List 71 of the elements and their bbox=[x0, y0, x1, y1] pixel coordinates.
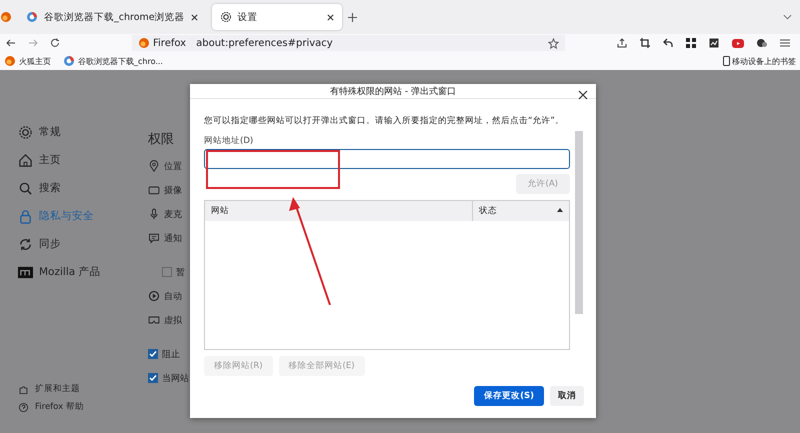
pin-icon bbox=[148, 160, 160, 172]
sidebar-link[interactable]: Firefox 帮助 bbox=[18, 401, 130, 413]
vr-icon bbox=[148, 314, 160, 326]
undo-icon[interactable] bbox=[663, 38, 673, 48]
checkbox[interactable] bbox=[162, 267, 172, 277]
scrollbar[interactable] bbox=[574, 129, 584, 316]
puzzle-icon bbox=[18, 384, 29, 394]
crop-icon[interactable] bbox=[640, 38, 650, 48]
permission-item[interactable]: 摄像 bbox=[148, 178, 208, 202]
permission-item[interactable]: 位置 bbox=[148, 154, 208, 178]
bookmark-item[interactable]: 火狐主页 bbox=[4, 55, 51, 67]
sidebar-item[interactable]: 搜索 bbox=[18, 174, 130, 202]
search-icon bbox=[18, 180, 33, 196]
permission-item[interactable]: 自动 bbox=[148, 284, 208, 308]
close-icon[interactable] bbox=[190, 14, 198, 20]
back-icon[interactable] bbox=[6, 38, 16, 48]
extension-icon[interactable] bbox=[757, 38, 767, 48]
column-header[interactable]: 网站 bbox=[205, 201, 472, 221]
image-icon[interactable] bbox=[709, 38, 719, 48]
reload-icon[interactable] bbox=[50, 38, 60, 48]
url-text: about:preferences#privacy bbox=[196, 38, 333, 48]
permission-item[interactable]: 虚拟 bbox=[148, 308, 208, 332]
help-icon bbox=[18, 402, 29, 412]
address-input[interactable] bbox=[204, 149, 570, 169]
gear-icon bbox=[18, 124, 33, 140]
grid-icon[interactable] bbox=[686, 38, 696, 48]
sync-icon bbox=[18, 236, 33, 252]
cancel-button[interactable]: 取消 bbox=[550, 386, 584, 406]
field-label: 网站地址(D) bbox=[204, 135, 254, 147]
checkbox-label: 当网站 bbox=[162, 372, 189, 384]
checkbox[interactable] bbox=[148, 373, 158, 383]
identity-label: Firefox bbox=[153, 38, 186, 48]
video-icon[interactable] bbox=[732, 38, 744, 48]
camera-icon bbox=[148, 184, 160, 196]
mobile-bookmarks[interactable]: 移动设备上的书签 bbox=[723, 56, 796, 66]
sidebar-item[interactable]: 常规 bbox=[18, 118, 130, 146]
share-icon[interactable] bbox=[617, 38, 627, 48]
mic-icon bbox=[148, 208, 160, 220]
section-title: 权限 bbox=[148, 131, 175, 148]
sort-icon bbox=[557, 208, 563, 213]
permission-item[interactable]: 麦克 bbox=[148, 202, 208, 226]
permission-item[interactable]: 通知 bbox=[148, 226, 208, 250]
browser-tab[interactable]: 谷歌浏览器下载_chrome浏览器 bbox=[18, 4, 206, 30]
play-icon bbox=[148, 290, 160, 302]
sidebar-item[interactable]: 主页 bbox=[18, 146, 130, 174]
dialog-description: 您可以指定哪些网站可以打开弹出式窗口。请输入所要指定的完整网址，然后点击“允许”。 bbox=[204, 115, 565, 127]
close-icon[interactable] bbox=[578, 90, 588, 100]
bookmark-item[interactable]: 谷歌浏览器下载_chro... bbox=[63, 55, 163, 67]
globe-icon bbox=[63, 55, 75, 67]
star-icon[interactable] bbox=[548, 38, 559, 48]
close-icon[interactable] bbox=[326, 14, 334, 20]
gear-icon bbox=[220, 11, 232, 23]
phone-icon bbox=[723, 56, 730, 66]
globe-icon bbox=[26, 11, 38, 23]
checkbox-label: 阻止 bbox=[162, 348, 180, 360]
column-header[interactable]: 状态 bbox=[472, 201, 569, 221]
lock-icon bbox=[18, 208, 33, 224]
sidebar-item[interactable]: Mozilla 产品 bbox=[18, 258, 130, 286]
checkbox[interactable] bbox=[148, 349, 158, 359]
sidebar-item[interactable]: 同步 bbox=[18, 230, 130, 258]
address-bar[interactable]: Firefox about:preferences#privacy bbox=[132, 35, 565, 51]
new-tab-icon[interactable] bbox=[348, 12, 357, 22]
checkbox-label: 暂 bbox=[176, 266, 185, 278]
dialog-title: 有特殊权限的网站 - 弹出式窗口 bbox=[330, 86, 456, 98]
save-button[interactable]: 保存更改(S) bbox=[474, 386, 544, 406]
home-icon bbox=[18, 152, 33, 168]
browser-tab[interactable]: 设置 bbox=[212, 4, 342, 30]
menu-icon[interactable] bbox=[780, 39, 790, 47]
chevron-down-icon[interactable] bbox=[783, 14, 792, 20]
sidebar-link[interactable]: 扩展和主题 bbox=[18, 383, 130, 395]
chat-icon bbox=[148, 232, 160, 244]
